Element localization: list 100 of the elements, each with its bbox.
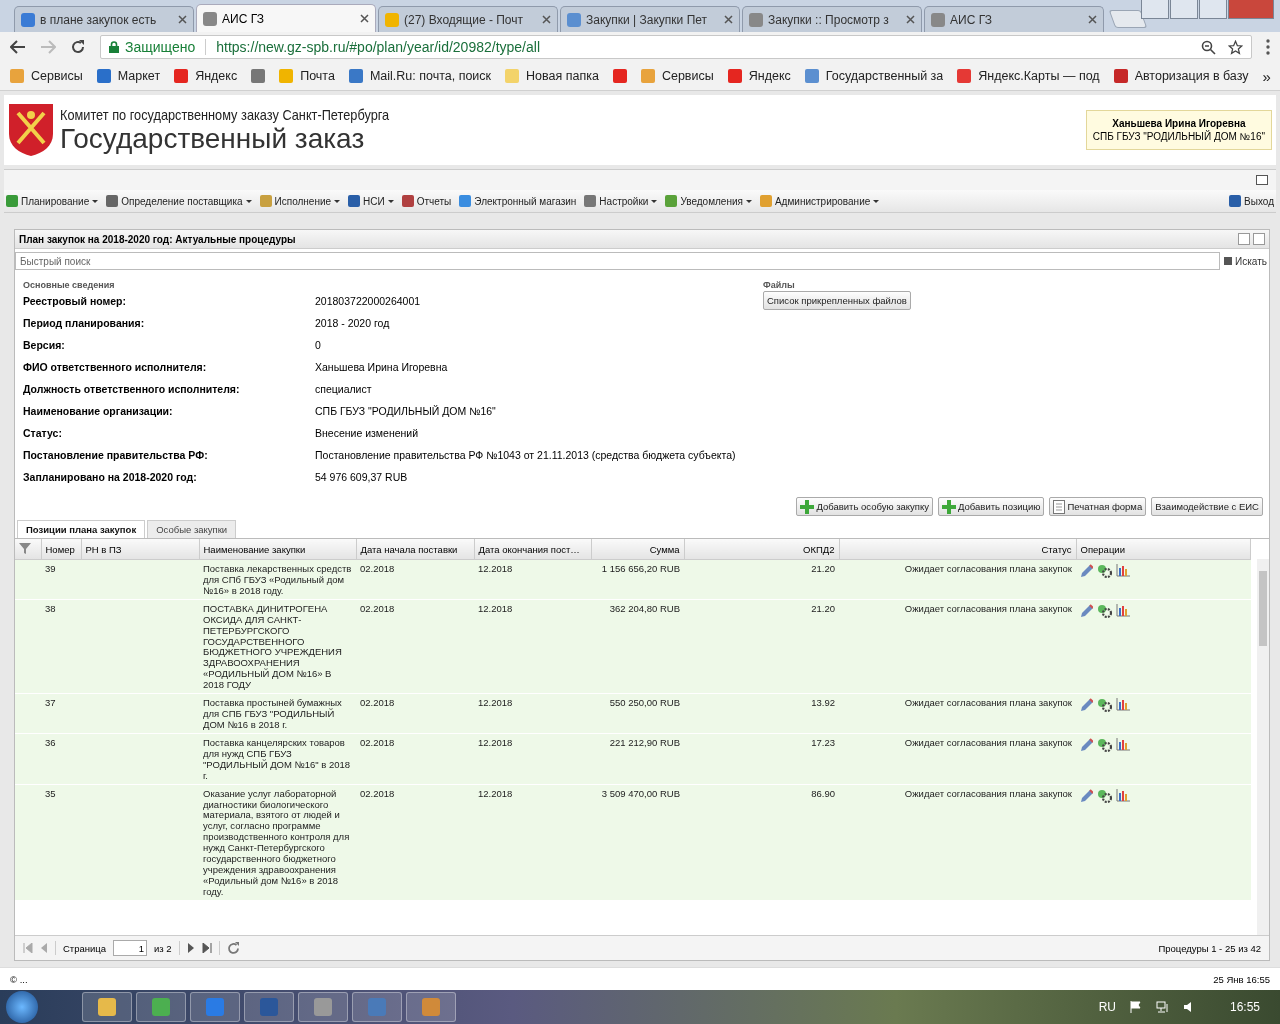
- close-tab-icon[interactable]: [906, 15, 915, 24]
- user-icon[interactable]: [1141, 0, 1169, 19]
- gear-icon[interactable]: [1097, 603, 1112, 618]
- menu-item[interactable]: Планирование: [6, 195, 99, 207]
- menu-item[interactable]: Определение поставщика: [106, 195, 252, 207]
- scrollbar[interactable]: [1257, 559, 1269, 935]
- column-header[interactable]: Статус: [839, 539, 1076, 560]
- bookmark[interactable]: Почта: [279, 69, 335, 83]
- bar-chart-icon[interactable]: [1116, 788, 1130, 802]
- refresh-panel-button[interactable]: [1253, 233, 1265, 245]
- gear-icon[interactable]: [1097, 737, 1112, 752]
- taskbar-app-button[interactable]: [136, 992, 186, 1022]
- scrollbar-thumb[interactable]: [1259, 571, 1267, 646]
- star-icon[interactable]: [1228, 39, 1243, 55]
- bookmark[interactable]: Авторизация в базу: [1113, 69, 1249, 83]
- column-header[interactable]: Наименование закупки: [199, 539, 356, 560]
- bar-chart-icon[interactable]: [1116, 564, 1130, 577]
- tab[interactable]: Особые закупки: [147, 520, 237, 538]
- restore-icon[interactable]: [1199, 0, 1227, 19]
- pencil-icon[interactable]: [1080, 564, 1093, 578]
- menu-item[interactable]: Настройки: [584, 195, 658, 207]
- bookmark[interactable]: Сервисы: [10, 69, 83, 83]
- close-tab-icon[interactable]: [178, 15, 187, 24]
- column-header[interactable]: Дата начала поставки: [356, 539, 474, 560]
- pencil-icon[interactable]: [1080, 788, 1093, 803]
- close-tab-icon[interactable]: [360, 14, 369, 23]
- browser-tab[interactable]: в плане закупок есть: [14, 6, 194, 32]
- bar-chart-icon[interactable]: [1116, 698, 1130, 712]
- tab-favicon-icon: [21, 12, 35, 27]
- browser-tab[interactable]: Закупки | Закупки Пет: [560, 6, 740, 32]
- menu-item[interactable]: Администрирование: [759, 195, 880, 207]
- start-button[interactable]: [6, 991, 38, 1023]
- address-bar[interactable]: Защищено https://new.gz-spb.ru/#po/plan/year/id/20982/type/all: [100, 35, 1252, 59]
- browser-tab[interactable]: Закупки :: Просмотр з: [742, 6, 922, 32]
- filter-header[interactable]: [15, 539, 41, 560]
- back-icon[interactable]: [10, 40, 26, 54]
- minimize-icon[interactable]: [1170, 0, 1198, 19]
- bookmark[interactable]: Яндекс: [727, 69, 791, 83]
- browser-tab[interactable]: (27) Входящие - Почт: [378, 6, 558, 32]
- action-button[interactable]: Добавить особую закупку: [796, 497, 933, 516]
- page-field[interactable]: 1: [113, 940, 148, 956]
- refresh-icon[interactable]: [226, 941, 240, 955]
- close-tab-icon[interactable]: [542, 15, 551, 24]
- bookmark[interactable]: Новая папка: [505, 69, 599, 83]
- bookmark[interactable]: Яндекс.Карты — под: [957, 69, 1100, 83]
- menu-icon[interactable]: [1266, 39, 1270, 55]
- app-icon: [206, 998, 224, 1016]
- more-bookmarks-button[interactable]: »: [1262, 67, 1271, 85]
- network-icon[interactable]: [1155, 1001, 1170, 1013]
- last-page-icon[interactable]: [201, 943, 212, 953]
- bar-chart-icon[interactable]: [1116, 737, 1130, 751]
- action-button[interactable]: Взаимодействие с ЕИС: [1151, 497, 1263, 516]
- pencil-icon[interactable]: [1080, 698, 1093, 713]
- column-header[interactable]: РН в ПЗ: [81, 539, 199, 560]
- quick-search-field[interactable]: Быстрый поиск: [15, 252, 1221, 270]
- close-tab-icon[interactable]: [724, 15, 733, 24]
- column-header[interactable]: Дата окончания пост…: [474, 539, 591, 560]
- menu-item[interactable]: Исполнение: [259, 195, 341, 207]
- collapse-button[interactable]: [1256, 175, 1268, 185]
- attached-files-button[interactable]: Список прикрепленных файлов: [763, 291, 911, 310]
- tab[interactable]: Позиции плана закупок: [17, 520, 146, 538]
- reload-icon[interactable]: [70, 39, 86, 55]
- zoom-icon[interactable]: [1201, 39, 1216, 55]
- minimize-panel-button[interactable]: [1238, 233, 1250, 245]
- bar-chart-icon[interactable]: [1116, 603, 1130, 617]
- menu-item[interactable]: Отчеты: [401, 195, 452, 207]
- column-header[interactable]: Сумма: [591, 539, 684, 560]
- clock[interactable]: 16:55: [1229, 1000, 1260, 1014]
- action-button[interactable]: Печатная форма: [1049, 497, 1147, 516]
- pencil-icon[interactable]: [1080, 737, 1093, 752]
- menu-item[interactable]: НСИ: [348, 195, 394, 207]
- column-header[interactable]: Номер: [41, 539, 81, 560]
- close-tab-icon[interactable]: [1088, 15, 1097, 24]
- new-tab-button[interactable]: [1108, 10, 1148, 28]
- menu-item[interactable]: Электронный магазин: [459, 195, 577, 207]
- browser-tab[interactable]: АИС ГЗ: [924, 6, 1104, 32]
- bookmark[interactable]: [251, 69, 266, 83]
- bookmark[interactable]: Яндекс: [174, 69, 238, 83]
- bookmark[interactable]: Государственный за: [804, 69, 944, 83]
- logout-link[interactable]: Выход: [1229, 195, 1274, 207]
- bookmark[interactable]: Сервисы: [640, 69, 714, 83]
- column-header[interactable]: Операции: [1076, 539, 1251, 560]
- language-indicator[interactable]: RU: [1098, 1000, 1116, 1014]
- pencil-icon[interactable]: [1080, 603, 1093, 618]
- browser-tab[interactable]: АИС ГЗ: [196, 4, 376, 32]
- column-header[interactable]: ОКПД2: [684, 539, 839, 560]
- taskbar-app-button[interactable]: [244, 992, 294, 1022]
- app-icon: [422, 998, 440, 1016]
- gear-icon[interactable]: [1097, 788, 1112, 803]
- gear-icon[interactable]: [1097, 698, 1112, 713]
- flag-icon[interactable]: [1129, 1001, 1142, 1013]
- search-button[interactable]: Искать: [1224, 255, 1269, 267]
- bookmark[interactable]: Mail.Ru: почта, поиск: [348, 69, 492, 83]
- page-label: Страница: [63, 942, 107, 954]
- bookmark[interactable]: Маркет: [96, 69, 161, 83]
- gear-icon[interactable]: [1097, 564, 1112, 578]
- bookmark[interactable]: [612, 69, 627, 83]
- next-page-icon[interactable]: [186, 943, 195, 953]
- action-button[interactable]: Добавить позицию: [938, 497, 1045, 516]
- menu-item[interactable]: Уведомления: [665, 195, 752, 207]
